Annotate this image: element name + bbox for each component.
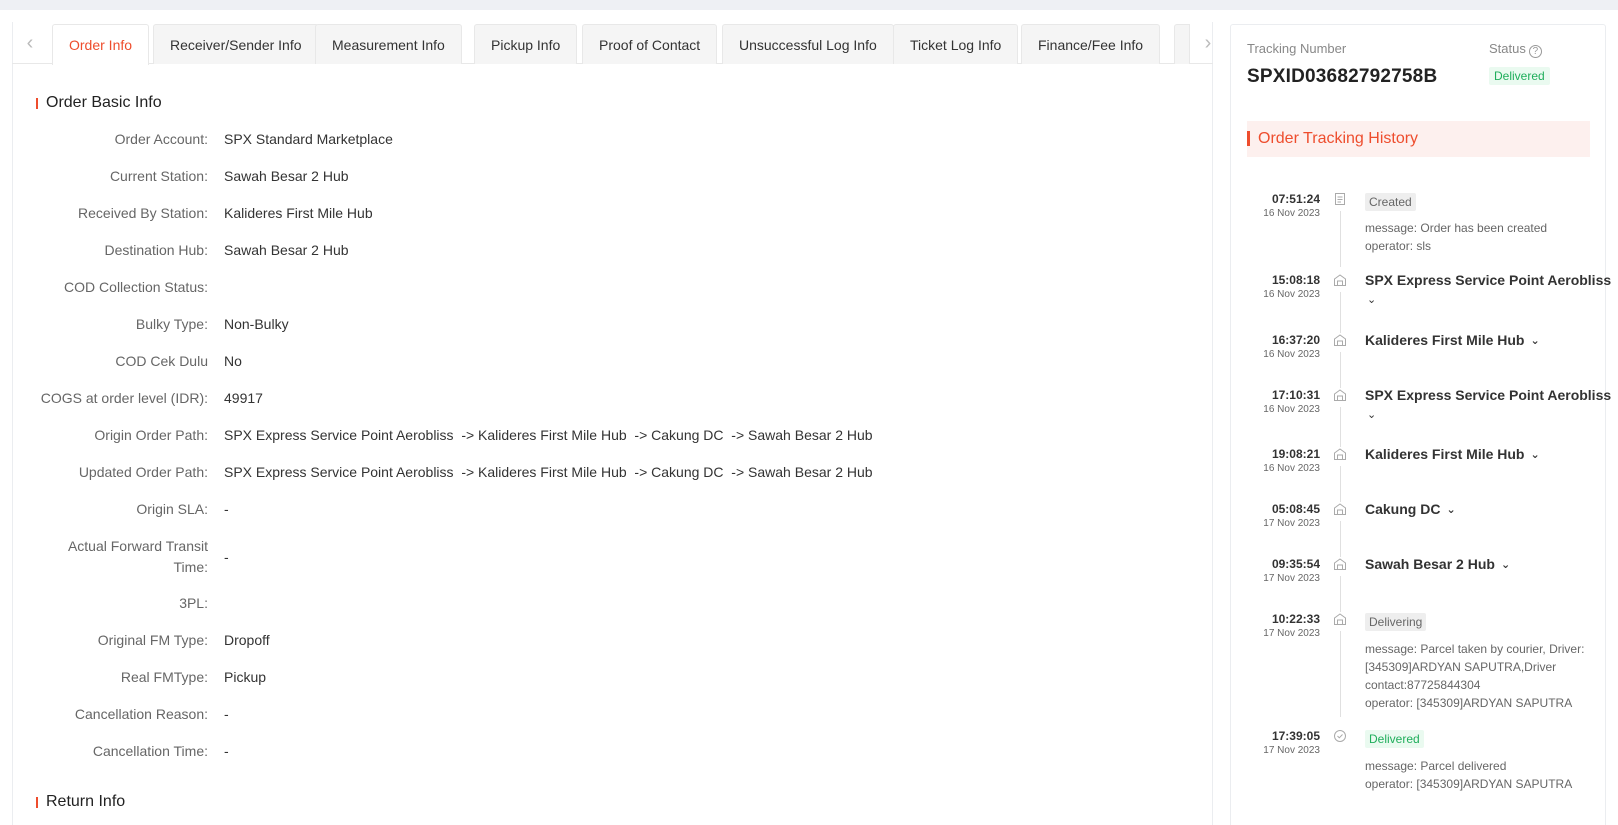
tracking-number: SPXID03682792758B <box>1247 66 1438 87</box>
timeline-connector <box>1340 352 1341 392</box>
field-current-station: Current Station: Sawah Besar 2 Hub <box>109 168 349 184</box>
tab-measurement-info[interactable]: Measurement Info <box>315 24 462 64</box>
order-tracking-history-header: Order Tracking History <box>1247 121 1590 157</box>
chevron-down-icon[interactable]: ⌄ <box>1530 448 1539 461</box>
event-badge-created: Created <box>1365 193 1416 211</box>
field-updated-order-path: Updated Order Path: SPX Express Service … <box>78 464 873 480</box>
timeline-connector <box>1340 211 1341 267</box>
document-icon <box>1333 192 1347 206</box>
field-order-account: Order Account: SPX Standard Marketplace <box>114 131 393 147</box>
field-3pl: 3PL: <box>179 595 208 611</box>
tab-proof-of-contact[interactable]: Proof of Contact <box>582 24 718 64</box>
field-cod-cek-dulu: COD Cek Dulu No <box>115 353 242 369</box>
timeline-connector <box>1340 466 1341 502</box>
field-cod-collection-status: COD Collection Status: <box>64 279 208 295</box>
tab-receiver-sender-info[interactable]: Receiver/Sender Info <box>153 24 319 64</box>
timeline-connector <box>1340 521 1341 557</box>
event-location: Kalideres First Mile Hub <box>1365 446 1525 462</box>
tab-pickup-info[interactable]: Pickup Info <box>474 24 578 64</box>
tab-finance-fee-info[interactable]: Finance/Fee Info <box>1021 24 1161 64</box>
warehouse-icon <box>1333 502 1347 516</box>
timeline-connector <box>1340 292 1341 337</box>
tabs-bar: ‹ Order Info Receiver/Sender Info Measur… <box>12 24 1213 65</box>
chevron-down-icon[interactable]: ⌄ <box>1367 293 1376 306</box>
field-cancellation-time: Cancellation Time: - <box>92 743 229 759</box>
status-badge: Delivered <box>1489 67 1550 85</box>
field-real-fm-type: Real FMType: Pickup <box>120 669 267 685</box>
warehouse-icon <box>1333 557 1347 571</box>
event-badge-delivered: Delivered <box>1365 730 1424 748</box>
field-origin-sla: Origin SLA: - <box>136 501 229 517</box>
help-icon[interactable]: ? <box>1528 45 1542 58</box>
field-cancellation-reason: Cancellation Reason: - <box>74 706 229 722</box>
warehouse-icon <box>1333 333 1347 347</box>
chevron-down-icon[interactable]: ⌄ <box>1530 334 1539 347</box>
field-bulky-type: Bulky Type: Non-Bulky <box>135 316 289 332</box>
warehouse-icon <box>1333 612 1347 626</box>
event-location: Sawah Besar 2 Hub <box>1365 556 1495 572</box>
field-cogs-order-level: COGS at order level (IDR): 49917 <box>40 390 263 406</box>
event-badge-delivering: Delivering <box>1365 613 1427 631</box>
tab-scroll-left-icon[interactable]: ‹ <box>20 32 40 56</box>
tab-scroll-right-icon[interactable]: › <box>1198 32 1218 56</box>
event-location: Cakung DC <box>1365 501 1441 517</box>
timeline-connector <box>1340 576 1341 613</box>
status-label: Status? <box>1489 41 1542 58</box>
event-location: Kalideres First Mile Hub <box>1365 332 1525 348</box>
check-circle-icon <box>1333 729 1347 743</box>
tracking-number-label: Tracking Number <box>1247 41 1347 56</box>
warehouse-icon <box>1333 273 1347 287</box>
section-title-return-info: Return Info <box>35 793 125 811</box>
field-destination-hub: Destination Hub: Sawah Besar 2 Hub <box>104 242 349 258</box>
field-original-fm-type: Original FM Type: Dropoff <box>97 632 270 648</box>
tab-order-info[interactable]: Order Info <box>52 24 150 65</box>
timeline-connector <box>1340 407 1341 448</box>
section-title-order-basic-info: Order Basic Info <box>36 94 162 112</box>
top-strip <box>0 0 1618 10</box>
warehouse-icon <box>1333 447 1347 461</box>
tab-unsuccessful-log-info[interactable]: Unsuccessful Log Info <box>722 24 894 64</box>
tab-overflow[interactable] <box>1174 24 1190 64</box>
warehouse-icon <box>1333 388 1347 402</box>
chevron-down-icon[interactable]: ⌄ <box>1367 408 1376 421</box>
field-actual-forward-transit-time: Actual Forward Transit Time: - <box>67 538 229 575</box>
timeline-connector <box>1340 631 1341 717</box>
field-received-by-station: Received By Station: Kalideres First Mil… <box>78 205 373 221</box>
event-location: SPX Express Service Point Aerobliss <box>1365 387 1612 403</box>
tab-ticket-log-info[interactable]: Ticket Log Info <box>893 24 1019 64</box>
event-location: SPX Express Service Point Aerobliss <box>1365 272 1612 288</box>
chevron-down-icon[interactable]: ⌄ <box>1446 503 1455 516</box>
chevron-down-icon[interactable]: ⌄ <box>1501 558 1510 571</box>
field-origin-order-path: Origin Order Path: SPX Express Service P… <box>94 427 873 443</box>
